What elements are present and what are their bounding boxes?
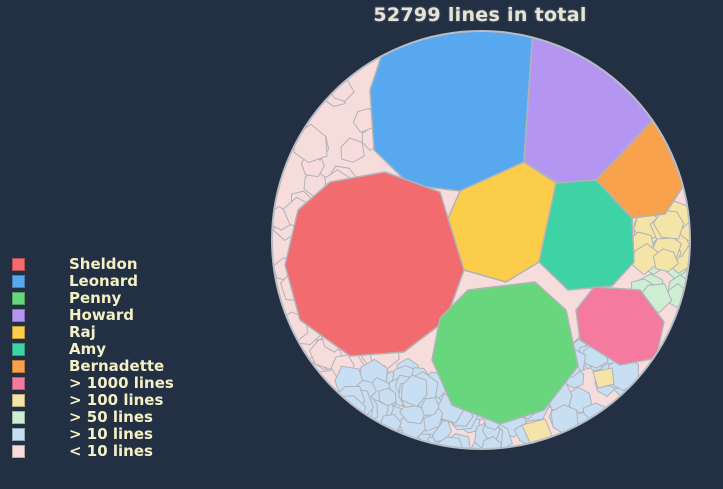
- cell-leonard: [369, 31, 534, 192]
- chart-stage: 52799 lines in total Sheldon Leonard Penny…: [0, 0, 723, 489]
- voronoi-chart: [271, 30, 691, 450]
